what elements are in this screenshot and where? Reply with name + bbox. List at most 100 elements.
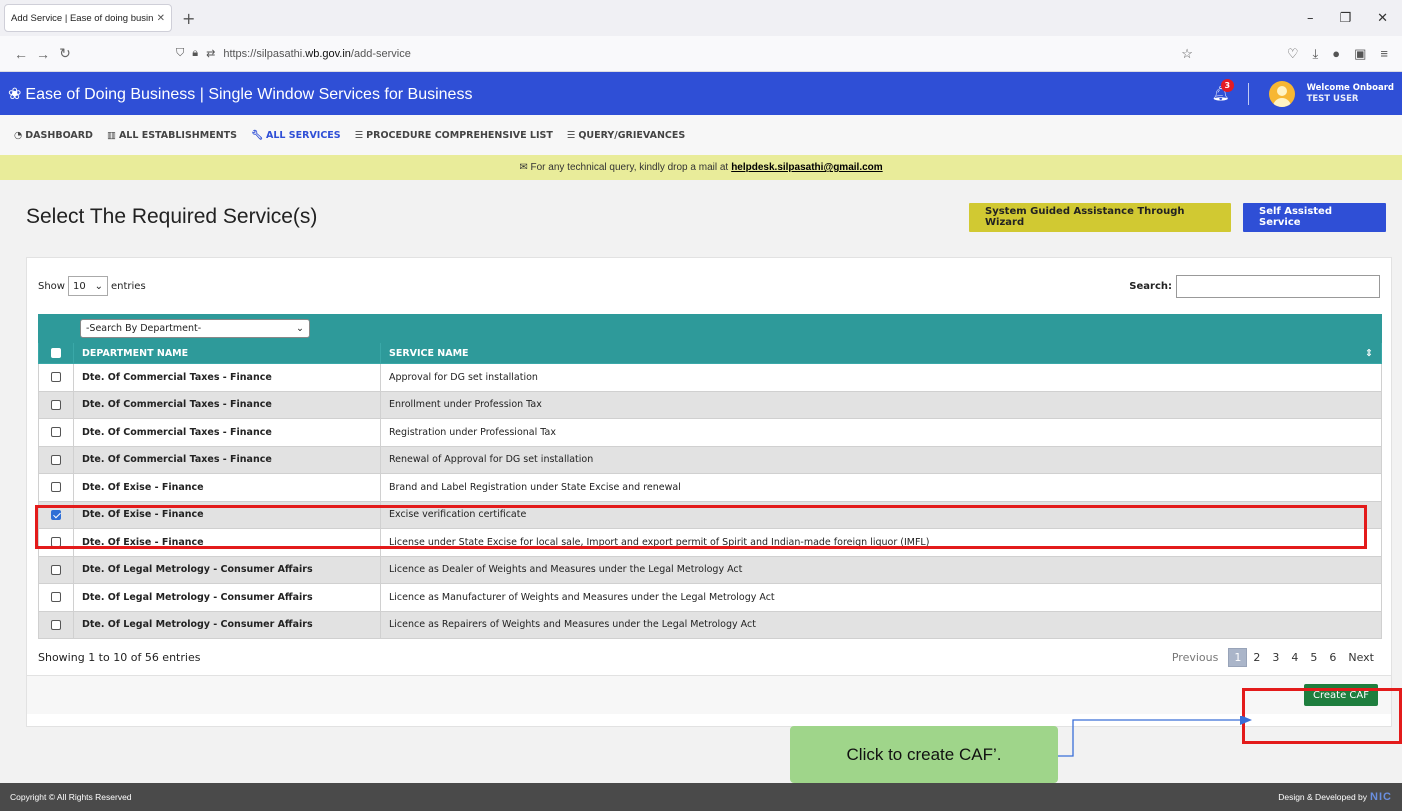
table-row[interactable]: Dte. Of Exise - Finance Brand and Label R… [38, 473, 1382, 502]
new-tab-icon[interactable]: + [182, 9, 195, 28]
notification-badge: 3 [1220, 78, 1234, 92]
page-4[interactable]: 4 [1285, 651, 1304, 664]
close-window-icon[interactable]: ✕ [1377, 11, 1388, 26]
app-title[interactable]: ❀ Ease of Doing Business | Single Window … [8, 84, 472, 104]
search-input[interactable] [1176, 274, 1380, 298]
table-footer: Showing 1 to 10 of 56 entries Previous 1… [27, 639, 1391, 675]
bookmark-star-icon[interactable]: ☆ [1181, 46, 1193, 62]
table-row[interactable]: Dte. Of Commercial Taxes - Finance Regist… [38, 418, 1382, 447]
nav-procedure-list[interactable]: ☰ PROCEDURE COMPREHENSIVE LIST [355, 130, 553, 141]
app-header: ❀ Ease of Doing Business | Single Window … [0, 72, 1402, 115]
table-row[interactable]: Dte. Of Legal Metrology - Consumer Affai… [38, 555, 1382, 584]
helpdesk-email-link[interactable]: helpdesk.silpasathi@gmail.com [731, 162, 882, 173]
department-cell: Dte. Of Legal Metrology - Consumer Affai… [73, 555, 381, 584]
minimize-icon[interactable]: – [1307, 11, 1314, 26]
back-icon[interactable]: ← [10, 46, 32, 62]
entries-label: entries [110, 280, 146, 292]
department-cell: Dte. Of Commercial Taxes - Finance [73, 445, 381, 474]
avatar[interactable] [1268, 80, 1295, 107]
row-checkbox[interactable] [38, 473, 74, 502]
page-6[interactable]: 6 [1323, 651, 1342, 664]
extension-icon[interactable]: ● [1332, 46, 1340, 62]
department-cell: Dte. Of Legal Metrology - Consumer Affai… [73, 610, 381, 639]
reload-icon[interactable]: ↻ [54, 45, 76, 62]
menu-icon[interactable]: ≡ [1380, 46, 1388, 62]
table-row[interactable]: Dte. Of Legal Metrology - Consumer Affai… [38, 610, 1382, 639]
lock-icon: 🔒︎ [192, 47, 199, 59]
entries-length-select[interactable]: 10 ⌄ [67, 276, 108, 296]
tab-title: Add Service | Ease of doing business [11, 12, 153, 24]
column-service[interactable]: SERVICE NAME ⇕ [380, 342, 1382, 364]
nav-all-services[interactable]: 🔧︎ ALL SERVICES [251, 130, 341, 141]
department-filter-select[interactable]: -Search By Department- ⌄ [80, 319, 310, 338]
select-all-checkbox[interactable] [38, 342, 74, 364]
row-checkbox[interactable] [38, 555, 74, 584]
service-cell: Registration under Professional Tax [380, 418, 1382, 447]
checkbox[interactable] [51, 372, 61, 383]
browser-tab[interactable]: Add Service | Ease of doing business ✕ [4, 4, 172, 32]
checkbox[interactable] [51, 619, 61, 630]
download-icon[interactable]: ⤓ [1313, 46, 1319, 62]
column-department[interactable]: DEPARTMENT NAME [73, 342, 381, 364]
page-title: Select The Required Service(s) [26, 205, 318, 228]
checkbox[interactable] [51, 427, 61, 438]
row-checkbox[interactable] [38, 390, 74, 419]
checkbox[interactable] [51, 454, 61, 465]
page-1[interactable]: 1 [1228, 647, 1248, 667]
browser-toolbar: ← → ↻ ⛉ 🔒︎ ⇄ https://silpasathi.wb.gov.i… [0, 36, 1402, 72]
nav-dashboard[interactable]: ◔ DASHBOARD [14, 130, 93, 141]
header-divider [1247, 82, 1249, 105]
department-cell: Dte. Of Commercial Taxes - Finance [73, 418, 381, 447]
table-row[interactable]: Dte. Of Commercial Taxes - Finance Renewa… [38, 445, 1382, 474]
pagination-next[interactable]: Next [1342, 651, 1380, 664]
service-cell: Renewal of Approval for DG set installat… [380, 445, 1382, 474]
callout-arrow [1058, 716, 1252, 757]
table-row[interactable]: Dte. Of Commercial Taxes - Finance Enroll… [38, 390, 1382, 419]
pocket-icon[interactable]: ♡ [1287, 46, 1299, 62]
page-5[interactable]: 5 [1304, 651, 1323, 664]
page-3[interactable]: 3 [1266, 651, 1285, 664]
toolbar-right: ☆ ♡ ⤓ ● ▣ ≡ [1181, 46, 1392, 62]
notice-bar: ✉ For any technical query, kindly drop a… [0, 155, 1402, 180]
forward-icon[interactable]: → [32, 46, 54, 62]
checkbox[interactable] [51, 399, 61, 410]
table-row[interactable]: Dte. Of Commercial Taxes - Finance Approv… [38, 363, 1382, 392]
user-name: TEST USER [1306, 93, 1359, 104]
pagination-previous[interactable]: Previous [1166, 651, 1225, 664]
wizard-button[interactable]: System Guided Assistance Through Wizard [969, 202, 1231, 232]
restore-icon[interactable]: ❐ [1339, 11, 1351, 26]
table-row[interactable]: Dte. Of Legal Metrology - Consumer Affai… [38, 583, 1382, 612]
nic-logo: NIC [1370, 791, 1392, 803]
checkbox[interactable] [51, 482, 61, 493]
service-cell: Licence as Dealer of Weights and Measure… [380, 555, 1382, 584]
checkbox[interactable] [51, 592, 61, 603]
page-header: Select The Required Service(s) System Gu… [0, 180, 1402, 254]
notification-bell-icon[interactable]: 🔔︎ 3 [1212, 78, 1234, 102]
close-tab-icon[interactable]: ✕ [157, 13, 165, 24]
checkbox[interactable] [51, 564, 61, 575]
highlight-selected-row [35, 505, 1367, 549]
list-icon: ☰ [354, 129, 364, 141]
address-bar[interactable]: ⛉ 🔒︎ ⇄ https://silpasathi.wb.gov.in/add-… [176, 47, 1181, 60]
site-footer: Copyright © All Rights Reserved Design &… [0, 783, 1402, 811]
envelope-icon: ✉ [519, 162, 528, 173]
services-card: Show 10 ⌄ entries Search: -Search By Depa… [26, 257, 1392, 727]
self-assisted-button[interactable]: Self Assisted Service [1243, 202, 1386, 232]
user-menu[interactable]: Welcome Onboard TEST USER [1307, 83, 1394, 105]
new-feature-icon[interactable]: ▣ [1354, 46, 1366, 62]
row-checkbox[interactable] [38, 418, 74, 447]
row-checkbox[interactable] [38, 583, 74, 612]
row-checkbox[interactable] [38, 363, 74, 392]
nav-query-grievances[interactable]: ☰ QUERY/GRIEVANCES [567, 130, 685, 141]
highlight-create-caf [1242, 688, 1402, 744]
page-2[interactable]: 2 [1247, 651, 1266, 664]
sort-icon: ⇕ [1365, 347, 1373, 359]
wrench-icon: 🔧︎ [250, 129, 264, 141]
row-checkbox[interactable] [38, 445, 74, 474]
row-checkbox[interactable] [38, 610, 74, 639]
department-cell: Dte. Of Exise - Finance [73, 473, 381, 502]
shield-icon: ⛉ [176, 47, 185, 59]
browser-tabbar: Add Service | Ease of doing business ✕ +… [0, 0, 1402, 36]
callout-create-caf: Click to create CAF’. [790, 726, 1058, 783]
nav-all-establishments[interactable]: ▥ ALL ESTABLISHMENTS [107, 130, 237, 141]
